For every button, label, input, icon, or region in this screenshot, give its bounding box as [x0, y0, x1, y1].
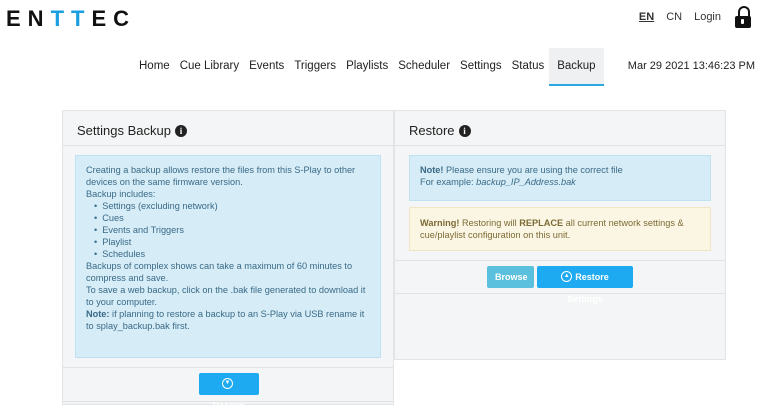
list-item: Settings (excluding network): [94, 200, 370, 212]
logo-text-end: EC: [91, 6, 137, 31]
browse-button[interactable]: Browse: [487, 266, 534, 288]
example-filename: backup_IP_Address.bak: [476, 177, 576, 187]
divider: [63, 145, 393, 146]
login-link[interactable]: Login: [694, 11, 721, 23]
download-icon: ▼: [222, 378, 233, 390]
settings-backup-panel: Settings Backup i Creating a backup allo…: [62, 110, 394, 411]
backup-button-label: Backup: [212, 401, 246, 411]
nav-item-backup[interactable]: Backup: [549, 48, 604, 86]
logo-text-start: EN: [6, 6, 51, 31]
nav-item-triggers[interactable]: Triggers: [289, 48, 341, 84]
list-item: Events and Triggers: [94, 224, 370, 236]
restore-panel-title: Restore i: [409, 123, 471, 138]
nav-item-cue-library[interactable]: Cue Library: [175, 48, 244, 84]
language-cn-link[interactable]: CN: [666, 11, 682, 23]
divider: [63, 401, 393, 402]
warning-text-pre: Restoring will: [459, 218, 520, 228]
note-text: Please ensure you are using the correct …: [443, 165, 623, 175]
nav-item-settings[interactable]: Settings: [455, 48, 507, 84]
restore-settings-button[interactable]: ▲ Restore Settings: [537, 266, 633, 304]
restore-note-line: Note! Please ensure you are using the co…: [420, 164, 700, 176]
backup-duration-note: Backups of complex shows can take a maxi…: [86, 261, 353, 283]
divider: [395, 293, 725, 294]
restore-warning-box: Warning! Restoring will REPLACE all curr…: [409, 207, 711, 251]
divider: [395, 260, 725, 261]
backup-panel-title: Settings Backup i: [77, 123, 187, 138]
backup-intro-text: Creating a backup allows restore the fil…: [86, 165, 356, 187]
warning-label: Warning!: [420, 218, 460, 228]
restore-note-box: Note! Please ensure you are using the co…: [409, 155, 711, 201]
list-item: Cues: [94, 212, 370, 224]
backup-includes-label: Backup includes:: [86, 189, 156, 199]
note-label: Note!: [420, 165, 444, 175]
backup-includes-list: Settings (excluding network) Cues Events…: [86, 200, 370, 260]
nav-item-scheduler[interactable]: Scheduler: [393, 48, 455, 84]
logo-text-accent: TT: [50, 6, 92, 31]
nav-item-status[interactable]: Status: [507, 48, 550, 84]
backup-title-text: Settings Backup: [77, 123, 171, 138]
restore-title-text: Restore: [409, 123, 455, 138]
note-label: Note:: [86, 309, 110, 319]
upload-icon: ▲: [561, 271, 573, 283]
restore-button-label: Restore Settings: [567, 272, 609, 304]
lock-icon[interactable]: [735, 6, 751, 28]
backup-download-note: To save a web backup, click on the .bak …: [86, 285, 366, 307]
backup-info-box: Creating a backup allows restore the fil…: [75, 155, 381, 358]
restore-example-line: For example: backup_IP_Address.bak: [420, 176, 700, 188]
info-icon[interactable]: i: [174, 124, 187, 137]
divider: [395, 145, 725, 146]
warning-text-strong: REPLACE: [519, 218, 564, 228]
list-item: Schedules: [94, 248, 370, 260]
restore-panel: Restore i Note! Please ensure you are us…: [394, 110, 726, 360]
enttec-logo: ENTTEC: [6, 6, 136, 32]
main-nav: Home Cue Library Events Triggers Playlis…: [134, 48, 604, 86]
list-item: Playlist: [94, 236, 370, 248]
nav-item-events[interactable]: Events: [244, 48, 289, 84]
note-text: if planning to restore a backup to an S-…: [86, 309, 365, 331]
backup-usb-note: Note: if planning to restore a backup to…: [86, 308, 370, 332]
language-en-link[interactable]: EN: [639, 11, 654, 23]
backup-button[interactable]: ▼ Backup: [199, 373, 259, 411]
example-prefix: For example:: [420, 177, 477, 187]
nav-item-home[interactable]: Home: [134, 48, 175, 84]
divider: [63, 367, 393, 368]
current-datetime: Mar 29 2021 13:46:23 PM: [627, 60, 755, 72]
info-icon[interactable]: i: [458, 124, 471, 137]
nav-item-playlists[interactable]: Playlists: [341, 48, 393, 84]
header-links: EN CN Login: [627, 6, 751, 28]
